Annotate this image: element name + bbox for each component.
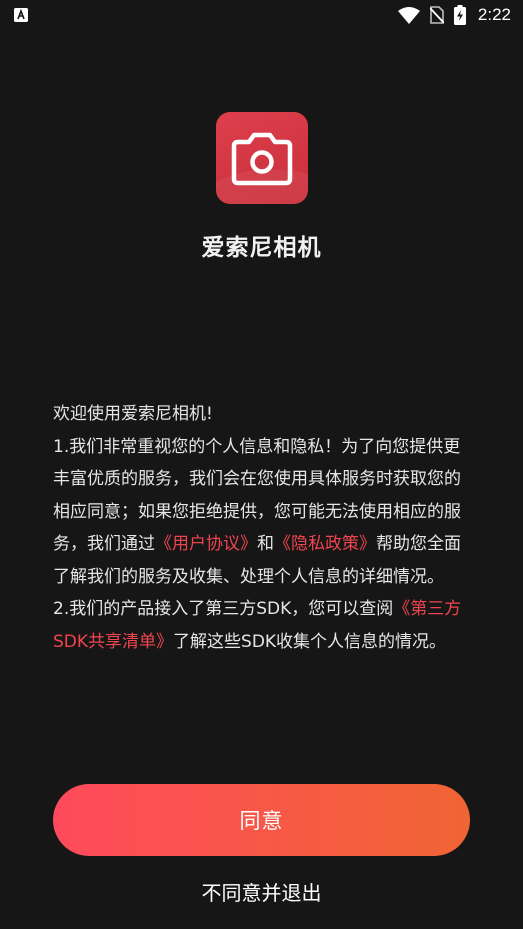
no-sim-icon <box>429 6 444 24</box>
app-name: 爱索尼相机 <box>201 235 322 261</box>
paragraph-2-text: 2.我们的产品接入了第三方SDK，您可以查阅 <box>53 599 394 619</box>
welcome-line: 欢迎使用爱索尼相机! <box>53 404 213 424</box>
status-time: 2:22 <box>477 5 511 24</box>
disagree-exit-button[interactable]: 不同意并退出 <box>0 875 523 911</box>
agreement-text: 欢迎使用爱索尼相机! 1.我们非常重视您的个人信息和隐私！为了向您提供更丰富优质… <box>53 398 473 658</box>
privacy-policy-link[interactable]: 《隐私政策》 <box>274 534 376 554</box>
paragraph-1: 1.我们非常重视您的个人信息和隐私！为了向您提供更丰富优质的服务，我们会在您使用… <box>53 431 473 594</box>
status-icons: 2:22 <box>397 3 511 27</box>
user-agreement-link[interactable]: 《用户协议》 <box>155 534 257 554</box>
battery-charging-icon <box>453 5 466 25</box>
status-bar: 2:22 <box>0 0 523 30</box>
agree-button[interactable]: 同意 <box>53 784 470 856</box>
camera-icon <box>216 132 308 204</box>
paragraph-2-tail: 了解这些SDK收集个人信息的情况。 <box>173 631 447 652</box>
app-logo <box>216 112 308 204</box>
and-text: 和 <box>257 534 274 554</box>
notification-a-icon <box>14 8 28 22</box>
paragraph-2: 2.我们的产品接入了第三方SDK，您可以查阅《第三方SDK共享清单》了解这些SD… <box>53 593 473 658</box>
wifi-icon <box>397 6 420 24</box>
